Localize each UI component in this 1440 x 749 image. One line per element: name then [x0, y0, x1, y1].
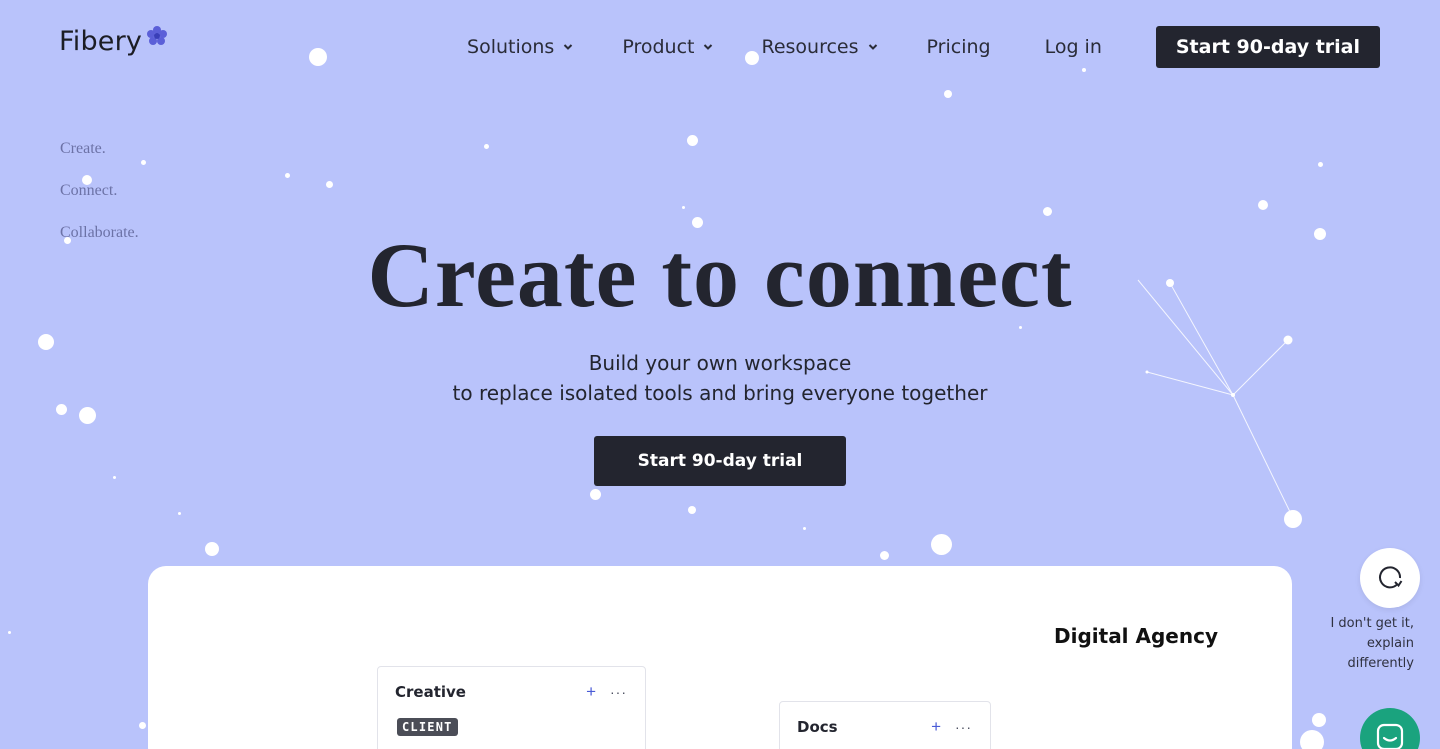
board-header: Docs + ··· [780, 702, 990, 749]
nav-pricing[interactable]: Pricing [927, 36, 991, 58]
nav-product[interactable]: Product [622, 36, 713, 58]
chevron-down-icon [704, 44, 713, 50]
main-nav: Solutions Product Resources Pricing Log … [467, 26, 1380, 68]
chat-launcher-button[interactable] [1360, 708, 1420, 749]
nav-resources[interactable]: Resources [761, 36, 877, 58]
brand-logo[interactable]: Fibery [59, 25, 168, 57]
board-name: Docs [797, 718, 838, 736]
board-name: Creative [395, 683, 466, 701]
client-tag: CLIENT [397, 718, 458, 736]
constellation-graphic [1137, 279, 1294, 519]
chevron-down-icon [868, 44, 877, 50]
nav-resources-label: Resources [761, 36, 859, 58]
board-actions: + ··· [586, 682, 627, 702]
nav-product-label: Product [622, 36, 695, 58]
side-word-create: Create. [60, 140, 106, 157]
nav-solutions[interactable]: Solutions [467, 36, 573, 58]
refresh-icon [1379, 566, 1403, 589]
brand-name: Fibery [59, 26, 143, 57]
demo-title: Digital Agency [1054, 624, 1218, 648]
side-word-connect: Connect. [60, 182, 118, 199]
help-text-line2: explain [1366, 636, 1414, 651]
board-actions: + ··· [931, 717, 972, 737]
help-text-line3: differently [1347, 656, 1414, 671]
explain-differently-text: I don't get it, explain differently [1304, 614, 1414, 674]
more-icon[interactable]: ··· [955, 719, 972, 735]
help-text-line1: I don't get it, [1330, 616, 1414, 631]
nav-pricing-label: Pricing [926, 36, 991, 58]
plus-icon[interactable]: + [586, 682, 596, 702]
nav-solutions-label: Solutions [467, 36, 555, 58]
header-trial-button[interactable]: Start 90-day trial [1155, 26, 1380, 68]
chat-icon [1376, 723, 1404, 749]
chevron-down-icon [564, 44, 573, 50]
plus-icon[interactable]: + [931, 717, 941, 737]
nav-login[interactable]: Log in [1045, 36, 1102, 58]
hero-trial-button[interactable]: Start 90-day trial [594, 436, 846, 486]
demo-workspace-card: Digital Agency Creative + ··· CLIENT Doc… [148, 566, 1292, 749]
more-icon[interactable]: ··· [610, 684, 627, 700]
board-docs[interactable]: Docs + ··· [779, 701, 991, 749]
board-header: Creative + ··· [378, 667, 645, 717]
explain-differently-button[interactable] [1360, 548, 1420, 608]
fibery-flower-icon [147, 25, 168, 45]
board-creative[interactable]: Creative + ··· CLIENT [377, 666, 646, 749]
nav-login-label: Log in [1044, 36, 1102, 58]
